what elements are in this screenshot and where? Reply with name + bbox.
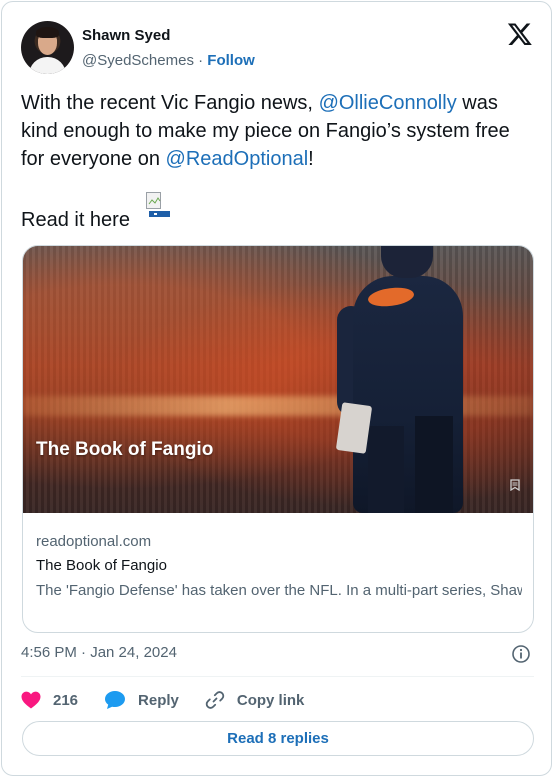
avatar-hair	[36, 27, 59, 38]
broken-image-icon	[146, 192, 170, 217]
tweet-text-part1: With the recent Vic Fangio news,	[21, 92, 319, 114]
handle-separator: ·	[198, 52, 204, 69]
author-handle-row: @SyedSchemes · Follow	[82, 52, 255, 69]
like-count: 216	[53, 691, 79, 709]
follow-button[interactable]: Follow	[207, 52, 255, 69]
divider	[21, 676, 534, 677]
heart-icon	[21, 691, 41, 709]
tweet-card: Shawn Syed @SyedSchemes · Follow With th…	[1, 1, 552, 776]
link-card[interactable]: The Book of Fangio readoptional.com The …	[22, 245, 534, 633]
reply-label: Reply	[138, 691, 179, 709]
action-bar: 216 Reply Copy link	[21, 688, 330, 712]
avatar-shirt	[29, 57, 66, 74]
card-image-title: The Book of Fangio	[36, 439, 214, 460]
author-handle[interactable]: @SyedSchemes	[82, 52, 194, 69]
card-meta: readoptional.com The Book of Fangio The …	[36, 531, 522, 602]
info-icon[interactable]	[511, 644, 531, 664]
reply-bubble-icon	[105, 691, 126, 709]
card-description: The 'Fangio Defense' has taken over the …	[36, 582, 522, 599]
card-headline: The Book of Fangio	[36, 557, 167, 574]
avatar[interactable]	[21, 21, 74, 74]
read-replies-button[interactable]: Read 8 replies	[22, 721, 534, 756]
author-name[interactable]: Shawn Syed	[82, 27, 170, 44]
mention-ollieconnolly[interactable]: @OllieConnolly	[319, 92, 457, 114]
read-it-here-text: Read it here	[21, 209, 130, 231]
copy-link-label: Copy link	[236, 691, 305, 709]
coach-leg-right	[415, 416, 453, 513]
reply-button[interactable]: Reply	[104, 690, 179, 710]
tweet-text: With the recent Vic Fangio news, @OllieC…	[21, 89, 521, 173]
tweet-text-part3: !	[308, 148, 314, 170]
x-logo-icon[interactable]	[507, 21, 533, 47]
like-button[interactable]: 216	[21, 691, 78, 709]
timestamp[interactable]: 4:56 PM · Jan 24, 2024	[21, 644, 177, 661]
card-domain: readoptional.com	[36, 533, 152, 550]
copy-link-button[interactable]: Copy link	[205, 690, 305, 710]
link-icon	[205, 691, 225, 709]
mention-readoptional[interactable]: @ReadOptional	[166, 148, 309, 170]
coach-leg-left	[368, 426, 404, 513]
card-image[interactable]: The Book of Fangio	[23, 246, 533, 513]
bookmark-icon	[510, 479, 520, 491]
